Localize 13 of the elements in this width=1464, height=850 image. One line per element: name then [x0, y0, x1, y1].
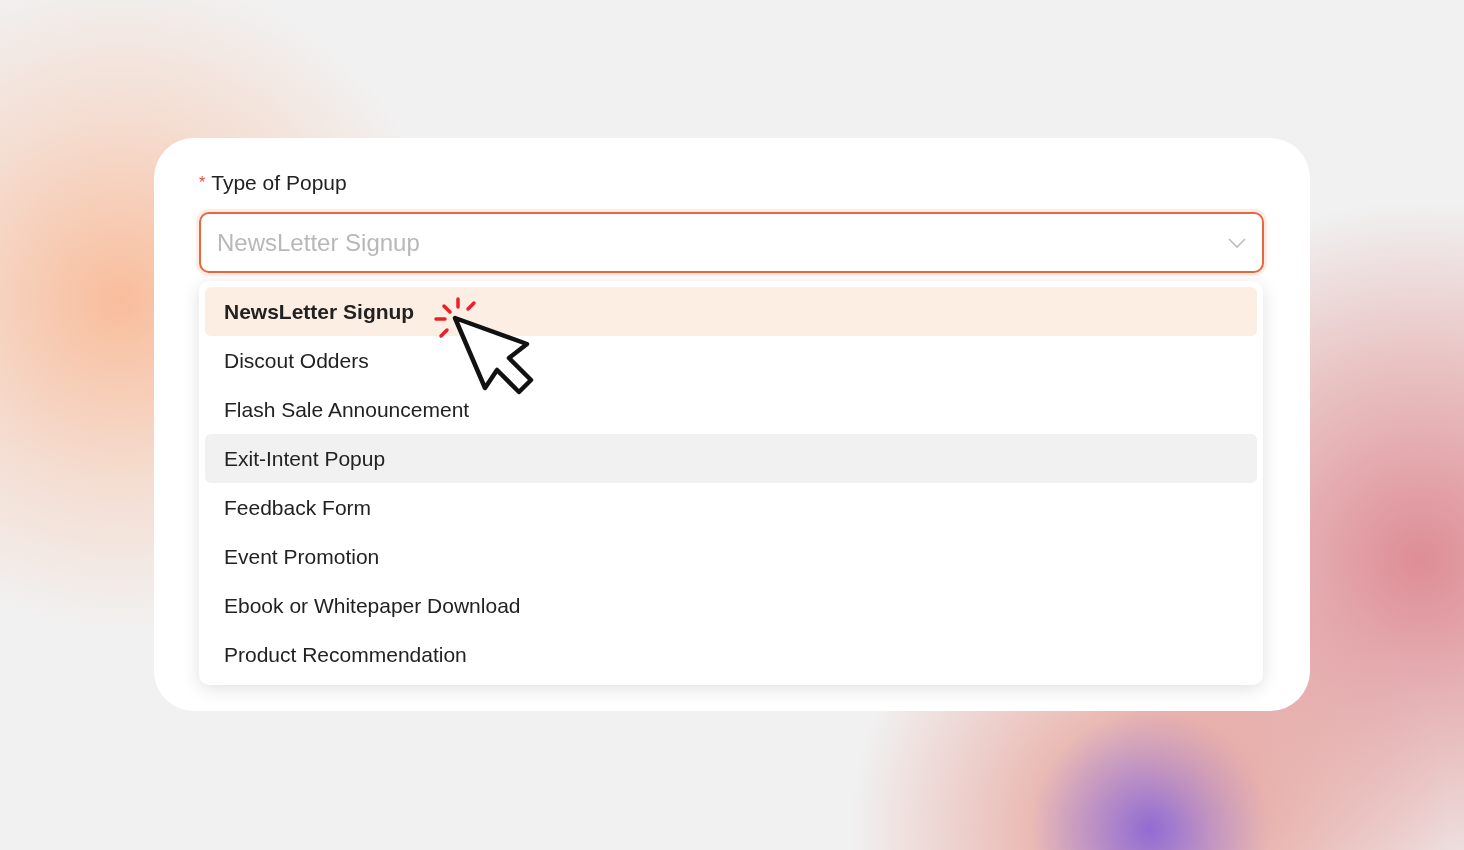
- dropdown-option[interactable]: Product Recommendation: [205, 630, 1257, 679]
- select-placeholder: NewsLetter Signup: [217, 228, 420, 257]
- dropdown-option[interactable]: Flash Sale Announcement: [205, 385, 1257, 434]
- required-asterisk: *: [199, 174, 206, 192]
- dropdown-option[interactable]: Discout Odders: [205, 336, 1257, 385]
- click-cursor-icon: [433, 296, 535, 395]
- field-label: Type of Popup: [211, 171, 347, 195]
- dropdown-option[interactable]: Event Promotion: [205, 532, 1257, 581]
- chevron-down-icon: [1228, 236, 1246, 249]
- dropdown-option[interactable]: Exit-Intent Popup: [205, 434, 1257, 483]
- dropdown-option[interactable]: NewsLetter Signup: [205, 287, 1257, 336]
- dropdown-option[interactable]: Feedback Form: [205, 483, 1257, 532]
- dropdown-option[interactable]: Ebook or Whitepaper Download: [205, 581, 1257, 630]
